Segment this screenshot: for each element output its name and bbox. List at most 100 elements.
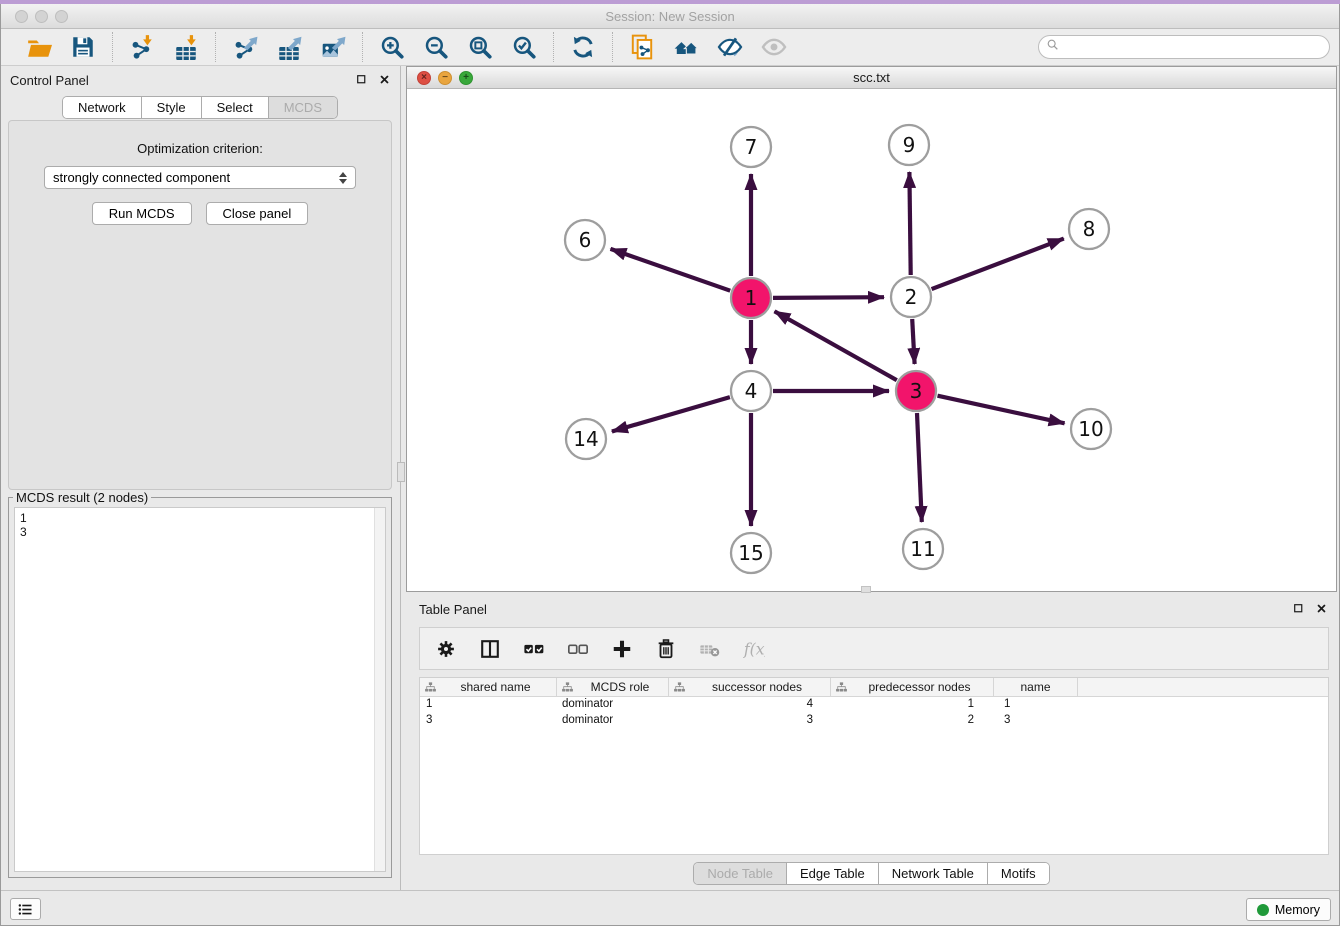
import-network-icon[interactable] bbox=[128, 33, 156, 61]
home-icon[interactable] bbox=[672, 33, 700, 61]
memory-button[interactable]: Memory bbox=[1246, 898, 1331, 921]
panels-button[interactable] bbox=[10, 898, 41, 920]
mcds-result-scrollbar[interactable] bbox=[374, 508, 385, 871]
edge-1-2[interactable] bbox=[773, 297, 884, 298]
node-6[interactable]: 6 bbox=[565, 220, 605, 260]
edge-4-14[interactable] bbox=[612, 397, 730, 431]
table-row-2[interactable]: 3dominator323 bbox=[420, 713, 1328, 729]
node-14[interactable]: 14 bbox=[566, 419, 606, 459]
export-network-icon[interactable] bbox=[231, 33, 259, 61]
column-header-predecessor-nodes[interactable]: predecessor nodes bbox=[831, 678, 994, 696]
table-row-1[interactable]: 1dominator411 bbox=[420, 697, 1328, 713]
edge-3-11[interactable] bbox=[917, 413, 922, 522]
open-session-icon[interactable] bbox=[25, 33, 53, 61]
node-3[interactable]: 3 bbox=[896, 371, 936, 411]
cell-mcds-role[interactable]: dominator bbox=[557, 713, 669, 729]
search-box[interactable] bbox=[1038, 35, 1330, 59]
cell-predecessor-nodes[interactable]: 2 bbox=[831, 713, 994, 729]
import-table-icon[interactable] bbox=[172, 33, 200, 61]
node-10[interactable]: 10 bbox=[1071, 409, 1111, 449]
cell-shared-name[interactable]: 1 bbox=[420, 697, 557, 713]
cell-successor-nodes[interactable]: 4 bbox=[669, 697, 831, 713]
table-tab-network-table[interactable]: Network Table bbox=[879, 863, 988, 884]
table-panel-float-button[interactable] bbox=[1291, 601, 1306, 616]
node-15[interactable]: 15 bbox=[731, 533, 771, 573]
horizontal-split-grip[interactable] bbox=[861, 586, 871, 593]
network-canvas[interactable]: 7 9 6 8 1 2 4 3 14 10 15 11 bbox=[407, 89, 1336, 591]
node-label-7: 7 bbox=[745, 135, 758, 159]
node-2[interactable]: 2 bbox=[891, 277, 931, 317]
run-mcds-button[interactable]: Run MCDS bbox=[92, 202, 192, 225]
column-header-name[interactable]: name bbox=[994, 678, 1078, 696]
svg-text:f(x): f(x) bbox=[743, 640, 765, 658]
application-window: Session: New Session Control Panel Netwo… bbox=[0, 0, 1340, 926]
table-tab-motifs[interactable]: Motifs bbox=[988, 863, 1049, 884]
node-4[interactable]: 4 bbox=[731, 371, 771, 411]
tab-network[interactable]: Network bbox=[63, 97, 142, 118]
cell-name[interactable]: 3 bbox=[994, 713, 1078, 729]
zoom-selected-icon[interactable] bbox=[510, 33, 538, 61]
node-8[interactable]: 8 bbox=[1069, 209, 1109, 249]
table-tab-edge-table[interactable]: Edge Table bbox=[787, 863, 879, 884]
control-panel-close-button[interactable] bbox=[377, 72, 392, 87]
export-table-icon[interactable] bbox=[275, 33, 303, 61]
memory-label: Memory bbox=[1275, 903, 1320, 917]
vertical-split-grip[interactable] bbox=[397, 462, 405, 482]
column-header-label: MCDS role bbox=[576, 680, 664, 694]
control-panel-tabs: NetworkStyleSelectMCDS bbox=[0, 96, 400, 119]
zoom-fit-icon[interactable] bbox=[466, 33, 494, 61]
cell-successor-nodes[interactable]: 3 bbox=[669, 713, 831, 729]
search-input[interactable] bbox=[1064, 39, 1323, 55]
table-panel-header: Table Panel bbox=[406, 595, 1337, 623]
edge-2-8[interactable] bbox=[932, 239, 1064, 290]
edge-3-1[interactable] bbox=[775, 311, 897, 380]
column-header-mcds-role[interactable]: MCDS role bbox=[557, 678, 669, 696]
export-image-icon[interactable] bbox=[319, 33, 347, 61]
mcds-result-title: MCDS result (2 nodes) bbox=[13, 490, 151, 505]
add-row-icon[interactable] bbox=[610, 637, 634, 661]
toolbar-group bbox=[554, 33, 612, 61]
window-title: Session: New Session bbox=[0, 4, 1340, 29]
node-7[interactable]: 7 bbox=[731, 127, 771, 167]
cell-predecessor-nodes[interactable]: 1 bbox=[831, 697, 994, 713]
tab-style[interactable]: Style bbox=[142, 97, 202, 118]
node-label-6: 6 bbox=[579, 228, 592, 252]
tab-mcds[interactable]: MCDS bbox=[269, 97, 337, 118]
cell-shared-name[interactable]: 3 bbox=[420, 713, 557, 729]
network-window-titlebar: scc.txt bbox=[407, 67, 1336, 89]
zoom-out-icon[interactable] bbox=[422, 33, 450, 61]
node-11[interactable]: 11 bbox=[903, 529, 943, 569]
tab-select[interactable]: Select bbox=[202, 97, 269, 118]
node-label-14: 14 bbox=[573, 427, 598, 451]
table-tab-node-table[interactable]: Node Table bbox=[694, 863, 787, 884]
zoom-in-icon[interactable] bbox=[378, 33, 406, 61]
column-header-shared-name[interactable]: shared name bbox=[420, 678, 557, 696]
clone-network-icon[interactable] bbox=[628, 33, 656, 61]
cell-mcds-role[interactable]: dominator bbox=[557, 697, 669, 713]
edge-1-6[interactable] bbox=[611, 249, 731, 291]
edge-3-10[interactable] bbox=[938, 396, 1065, 424]
save-session-icon[interactable] bbox=[69, 33, 97, 61]
toolbar-group bbox=[216, 33, 362, 61]
cell-name[interactable]: 1 bbox=[994, 697, 1078, 713]
delete-row-icon[interactable] bbox=[654, 637, 678, 661]
hide-panels-icon[interactable] bbox=[716, 33, 744, 61]
node-9[interactable]: 9 bbox=[889, 125, 929, 165]
criterion-dropdown[interactable]: strongly connected component bbox=[44, 166, 356, 189]
gear-icon[interactable] bbox=[434, 637, 458, 661]
edge-2-9[interactable] bbox=[909, 172, 910, 275]
deselect-all-icon[interactable] bbox=[566, 637, 590, 661]
control-panel-header: Control Panel bbox=[0, 66, 400, 94]
columns-icon[interactable] bbox=[478, 637, 502, 661]
refresh-view-icon[interactable] bbox=[569, 33, 597, 61]
table-panel-close-button[interactable] bbox=[1314, 601, 1329, 616]
control-panel-float-button[interactable] bbox=[354, 72, 369, 87]
column-header-successor-nodes[interactable]: successor nodes bbox=[669, 678, 831, 696]
close-panel-button[interactable]: Close panel bbox=[206, 202, 309, 225]
mcds-result-text[interactable]: 1 3 bbox=[14, 507, 386, 872]
select-all-icon[interactable] bbox=[522, 637, 546, 661]
control-panel: Control Panel NetworkStyleSelectMCDS Opt… bbox=[0, 66, 401, 890]
edge-2-3[interactable] bbox=[912, 319, 914, 364]
node-table: shared name MCDS role successor nodesprede… bbox=[419, 677, 1329, 855]
node-1[interactable]: 1 bbox=[731, 278, 771, 318]
